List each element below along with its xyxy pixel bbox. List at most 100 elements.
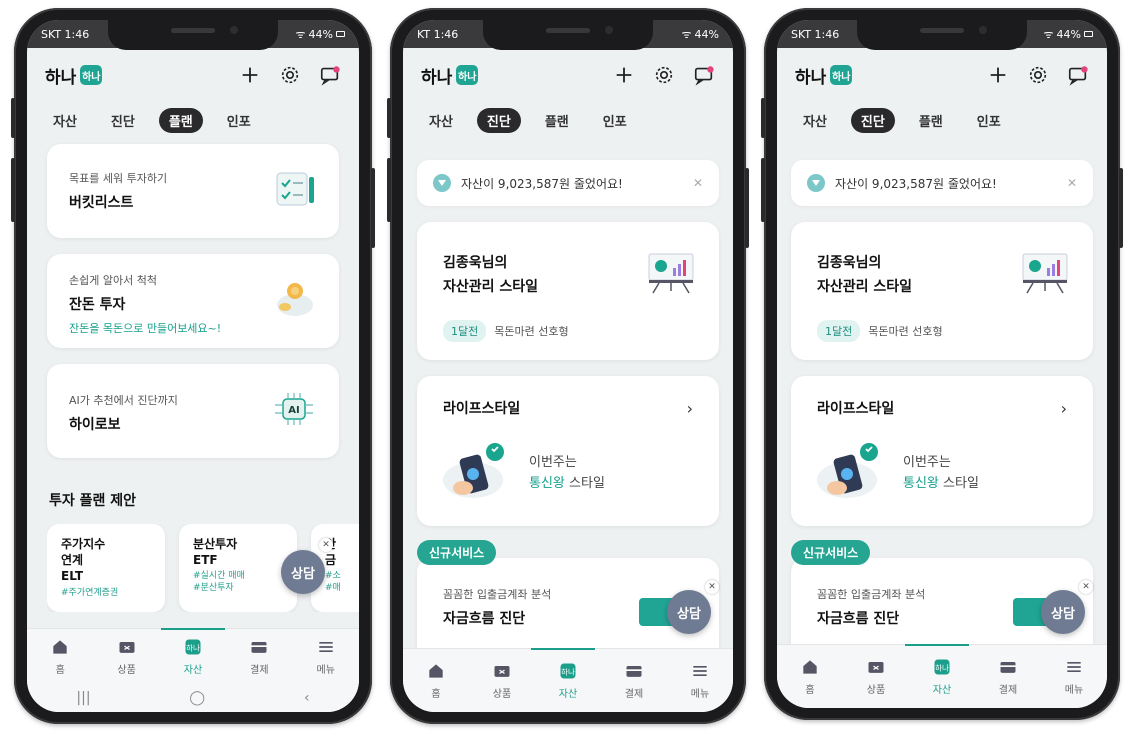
- spare-change-card[interactable]: 손쉽게 알아서 척척 잔돈 투자 잔돈을 목돈으로 만들어보세요~!: [47, 254, 339, 348]
- nav-products[interactable]: 상품: [103, 637, 151, 676]
- nav-menu[interactable]: 메뉴: [676, 661, 724, 700]
- bucket-list-card[interactable]: 목표를 세워 투자하기 버킷리스트: [47, 144, 339, 238]
- lifestyle-highlight: 통신왕: [903, 476, 939, 492]
- nav-payment[interactable]: 결제: [235, 637, 283, 676]
- home-icon: [53, 640, 67, 654]
- nav-menu[interactable]: 메뉴: [302, 637, 350, 676]
- tab-asset[interactable]: 자산: [419, 108, 463, 133]
- tab-diagnosis[interactable]: 진단: [101, 108, 145, 133]
- nav-home[interactable]: 홈: [36, 637, 84, 676]
- consult-close-icon[interactable]: ✕: [319, 538, 333, 552]
- new-service-badge: 신규서비스: [417, 540, 497, 565]
- nav-indicator: [161, 628, 225, 630]
- chevron-right-icon[interactable]: ›: [687, 399, 693, 418]
- nav-menu[interactable]: 메뉴: [1050, 657, 1098, 696]
- notch: [483, 20, 653, 50]
- plan-card-title: 주가지수 연계 ELT: [61, 537, 106, 584]
- products-icon: [119, 642, 135, 653]
- consult-close-icon[interactable]: ✕: [705, 580, 719, 594]
- consult-button[interactable]: 상담: [281, 550, 325, 594]
- status-time: SKT 1:46: [41, 27, 90, 41]
- phone-1-screen: SKT 1:46 ᯤ 44% 하나 하나 자산 진단 플랜 인포 목표를 세워 …: [27, 20, 359, 712]
- svg-text:하나: 하나: [561, 666, 575, 676]
- period-pill: 1달전: [817, 320, 861, 342]
- gear-icon[interactable]: [1027, 64, 1049, 86]
- home-icon: [429, 664, 443, 678]
- products-icon: [868, 662, 884, 673]
- asset-style-card[interactable]: 김종욱님의 자산관리 스타일 1달전 목돈마련 선호형: [417, 222, 719, 360]
- tab-asset[interactable]: 자산: [793, 108, 837, 133]
- hi-robo-card[interactable]: AI가 추천에서 진단까지 하이로보 AI: [47, 364, 339, 458]
- lifestyle-suffix: 스타일: [938, 476, 979, 492]
- assets-icon: 하나: [560, 663, 576, 679]
- nav-products[interactable]: 상품: [852, 657, 900, 696]
- chevron-right-icon[interactable]: ›: [1061, 399, 1067, 418]
- tab-plan[interactable]: 플랜: [909, 108, 953, 133]
- notch: [857, 20, 1027, 50]
- lifestyle-card[interactable]: 라이프스타일 › 이번주는 통신왕 스타일: [417, 376, 719, 526]
- tab-diagnosis[interactable]: 진단: [850, 107, 895, 133]
- hana-logo-icon: 하나: [80, 65, 103, 85]
- gear-icon[interactable]: [653, 64, 675, 86]
- bottom-nav: 홈 상품 하나 자산 결제 메뉴: [777, 644, 1107, 708]
- plus-icon[interactable]: [987, 64, 1009, 86]
- app-header: 하나 하나: [777, 48, 1107, 102]
- tab-diagnosis[interactable]: 진단: [476, 107, 521, 133]
- nav-payment[interactable]: 결제: [610, 661, 658, 700]
- tab-plan[interactable]: 플랜: [535, 108, 579, 133]
- card-icon: [251, 642, 267, 653]
- brand-name: 하나: [795, 67, 827, 88]
- asset-change-banner[interactable]: 자산이 9,023,587원 줄었어요! ✕: [791, 160, 1093, 206]
- battery-level: 44%: [1056, 27, 1081, 41]
- tab-asset[interactable]: 자산: [43, 108, 87, 133]
- tab-plan[interactable]: 플랜: [158, 107, 203, 133]
- home-icon: [803, 660, 817, 674]
- nav-assets[interactable]: 하나 자산: [544, 661, 592, 700]
- wifi-icon: ᯤ: [681, 27, 692, 41]
- consult-button[interactable]: 상담: [1041, 590, 1085, 634]
- consult-close-icon[interactable]: ✕: [1079, 580, 1093, 594]
- close-icon[interactable]: ✕: [1067, 176, 1077, 190]
- banner-text: 자산이 9,023,587원 줄었어요!: [461, 176, 623, 191]
- plus-icon[interactable]: [613, 64, 635, 86]
- bottom-nav: 홈 상품 하나 자산 결제 메뉴: [27, 628, 359, 684]
- nav-payment[interactable]: 결제: [984, 657, 1032, 696]
- asset-style-card[interactable]: 김종욱님의 자산관리 스타일 1달전 목돈마련 선호형: [791, 222, 1093, 360]
- close-icon[interactable]: ✕: [693, 176, 703, 190]
- assets-icon: 하나: [185, 639, 201, 655]
- section-title: 투자 플랜 제안: [49, 493, 137, 509]
- plan-card-elt[interactable]: 주가지수 연계 ELT #주가연계증권: [47, 524, 165, 612]
- message-icon[interactable]: [319, 64, 341, 86]
- asset-change-banner[interactable]: 자산이 9,023,587원 줄었어요! ✕: [417, 160, 719, 206]
- gear-icon[interactable]: [279, 64, 301, 86]
- card-icon: [626, 666, 642, 677]
- down-arrow-icon: [433, 174, 451, 192]
- recent-apps-icon[interactable]: |||: [76, 690, 90, 706]
- consult-button[interactable]: 상담: [667, 590, 711, 634]
- down-arrow-icon: [807, 174, 825, 192]
- message-icon[interactable]: [693, 64, 715, 86]
- menu-icon: [1067, 662, 1081, 672]
- plan-card-etf[interactable]: 분산투자 ETF #실시간 매매 #분산투자: [179, 524, 297, 612]
- tab-info[interactable]: 인포: [593, 108, 637, 133]
- nav-products[interactable]: 상품: [478, 661, 526, 700]
- nav-home[interactable]: 홈: [412, 661, 460, 700]
- back-icon[interactable]: ‹: [304, 690, 310, 706]
- system-nav: ||| ◯ ‹: [27, 684, 359, 712]
- brand-logo[interactable]: 하나 하나: [45, 63, 103, 88]
- nav-assets[interactable]: 하나 자산: [918, 657, 966, 696]
- phone-hand-icon: [815, 438, 885, 506]
- nav-assets[interactable]: 하나 자산: [169, 637, 217, 676]
- presentation-board-icon: [1019, 250, 1071, 298]
- home-button-icon[interactable]: ◯: [189, 690, 205, 706]
- wifi-icon: ᯤ: [1043, 27, 1054, 41]
- tab-info[interactable]: 인포: [217, 108, 261, 133]
- brand-logo[interactable]: 하나 하나: [795, 63, 853, 88]
- brand-logo[interactable]: 하나 하나: [421, 63, 479, 88]
- tab-info[interactable]: 인포: [967, 108, 1011, 133]
- lifestyle-line1: 이번주는: [529, 455, 577, 470]
- plus-icon[interactable]: [239, 64, 261, 86]
- lifestyle-card[interactable]: 라이프스타일 › 이번주는 통신왕 스타일: [791, 376, 1093, 526]
- message-icon[interactable]: [1067, 64, 1089, 86]
- nav-home[interactable]: 홈: [786, 657, 834, 696]
